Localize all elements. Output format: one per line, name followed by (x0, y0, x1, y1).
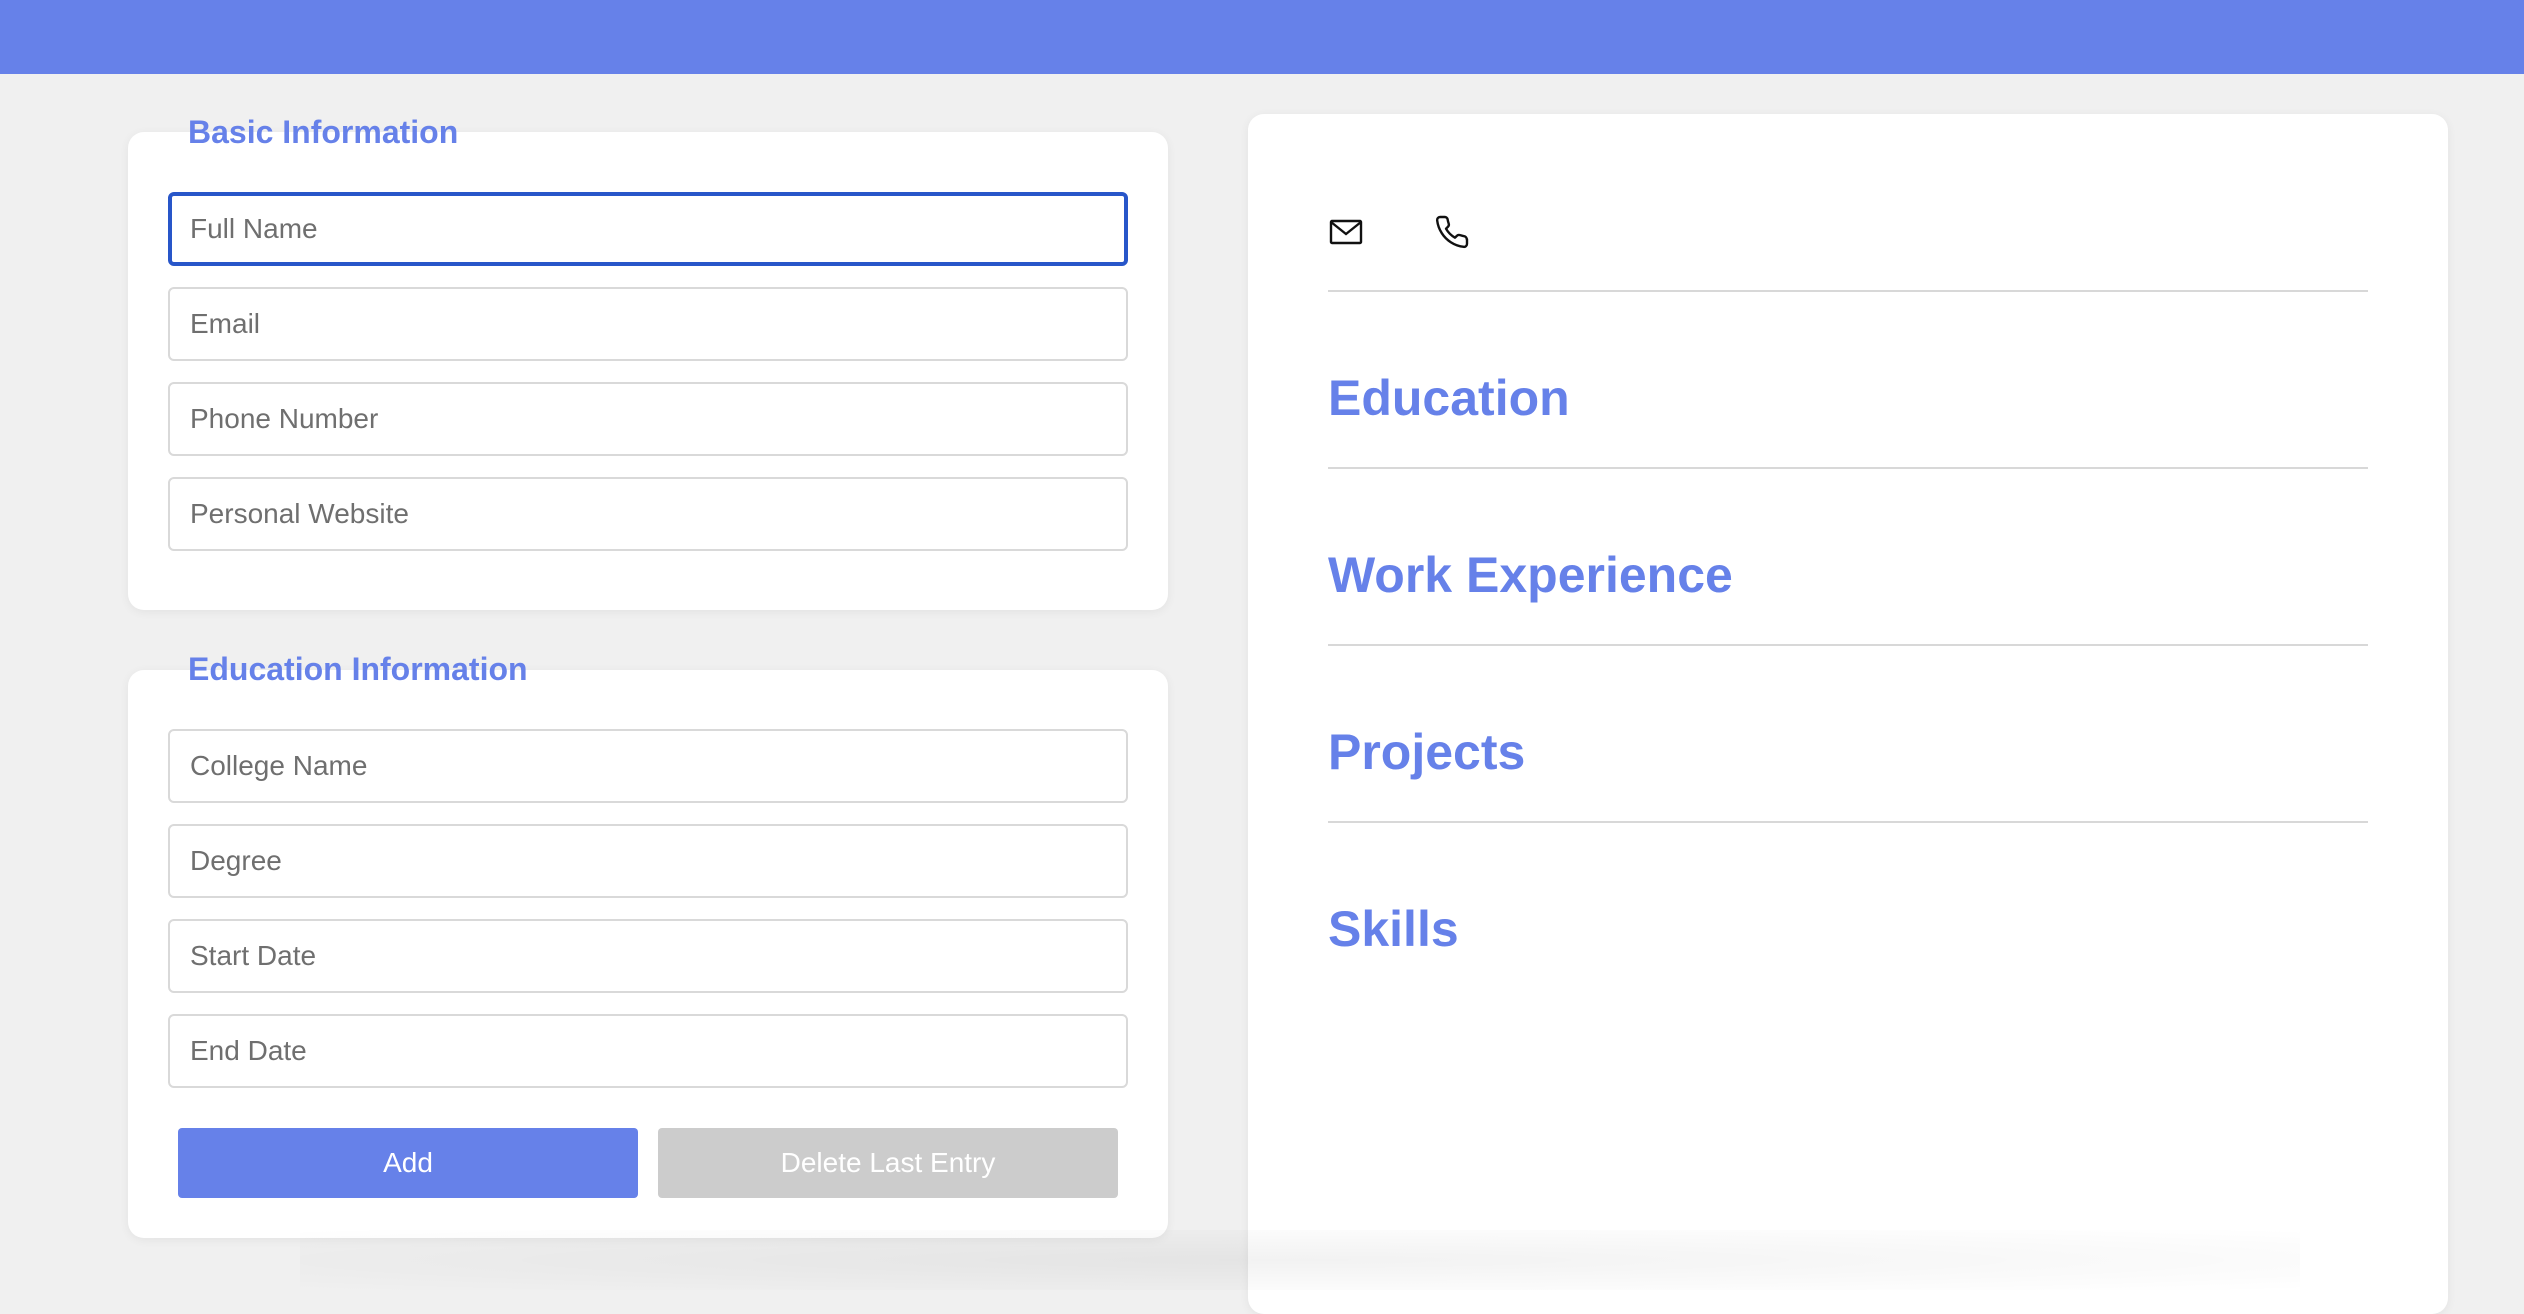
projects-divider (1328, 821, 2368, 823)
projects-heading: Projects (1328, 724, 1526, 780)
phone-number-input[interactable] (168, 382, 1128, 456)
email-input[interactable] (168, 287, 1128, 361)
basic-information-title: Basic Information (188, 114, 459, 150)
college-name-input[interactable] (168, 729, 1128, 803)
phone-icon (1434, 214, 1470, 250)
resume-preview (1248, 114, 2448, 1314)
full-name-input[interactable] (168, 192, 1128, 266)
work-experience-divider (1328, 644, 2368, 646)
contact-divider (1328, 290, 2368, 292)
education-information-title: Education Information (188, 651, 528, 687)
start-date-input[interactable] (168, 919, 1128, 993)
skills-heading: Skills (1328, 901, 1459, 957)
work-experience-heading: Work Experience (1328, 547, 1733, 603)
top-bar (0, 0, 2524, 74)
personal-website-input[interactable] (168, 477, 1128, 551)
bottom-shadow (300, 1230, 2300, 1290)
end-date-input[interactable] (168, 1014, 1128, 1088)
delete-last-entry-button[interactable]: Delete Last Entry (658, 1128, 1118, 1198)
add-button[interactable]: Add (178, 1128, 638, 1198)
education-heading: Education (1328, 370, 1570, 426)
mail-icon (1328, 214, 1364, 250)
education-divider (1328, 467, 2368, 469)
degree-input[interactable] (168, 824, 1128, 898)
